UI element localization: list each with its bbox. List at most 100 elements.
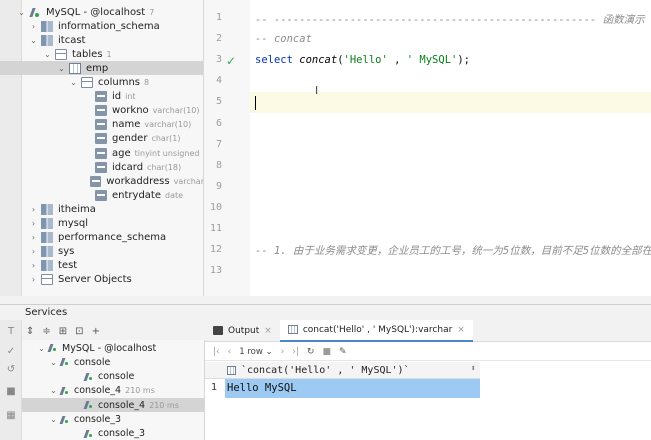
- sql-string-2: ' MySQL': [406, 54, 458, 66]
- tree-item-performance-schema[interactable]: › performance_schema: [0, 231, 203, 245]
- tab-result[interactable]: concat('Hello' , ' MySQL'):varchar ×: [279, 319, 473, 342]
- tree-item-label: tables: [72, 48, 103, 60]
- stop-icon[interactable]: ■: [5, 386, 17, 397]
- chevron-down-icon[interactable]: ⌄: [49, 386, 58, 395]
- tree-item-sys[interactable]: › sys: [0, 245, 203, 259]
- tree-item-label: information_schema: [58, 20, 160, 32]
- tree-item-information-schema[interactable]: › information_schema: [0, 19, 203, 33]
- column-header-label: `concat('Hello' , ' MySQL')`: [241, 364, 410, 376]
- first-page-icon[interactable]: |‹: [213, 347, 220, 357]
- chevron-down-icon[interactable]: ⌄: [37, 344, 46, 353]
- service-item-console[interactable]: ⌄ console: [22, 355, 204, 369]
- row-number: 1: [211, 382, 218, 393]
- tree-item-server-objects[interactable]: › Server Objects: [0, 273, 203, 287]
- tree-item-label: itcast: [58, 34, 86, 46]
- result-cell[interactable]: Hello MySQL: [225, 379, 480, 398]
- collapse-all-icon[interactable]: ≑: [42, 326, 50, 337]
- service-item-time: 210 ms: [149, 400, 179, 410]
- service-item-label: MySQL - @localhost: [62, 342, 157, 354]
- close-icon[interactable]: ×: [457, 325, 465, 335]
- tree-item-mysql-localhost[interactable]: ⌄ MySQL - @localhost 7: [0, 5, 203, 19]
- service-item-console-4[interactable]: console_4 210 ms: [22, 398, 204, 413]
- tree-item-itcast[interactable]: ⌄ itcast: [0, 33, 203, 47]
- chevron-right-icon[interactable]: ›: [29, 247, 38, 256]
- console-icon: [60, 386, 70, 396]
- tree-item-entrydate[interactable]: entrydate date: [0, 188, 203, 202]
- service-item-mysql-localhost[interactable]: ⌄ MySQL - @localhost: [22, 341, 204, 355]
- tree-item-label: idcard: [112, 161, 144, 173]
- service-item-time: 210 ms: [125, 386, 155, 396]
- column-header[interactable]: `concat('Hello' , ' MySQL')` ⬍: [205, 362, 480, 379]
- filter-icon[interactable]: ⊡: [75, 326, 83, 337]
- tree-item-meta: 1: [106, 49, 112, 59]
- chevron-right-icon[interactable]: ›: [29, 219, 38, 228]
- tree-item-tables[interactable]: ⌄ tables 1: [0, 47, 203, 61]
- results-toolbar: |‹ ‹ 1 row ⌄ › ›| ↻ ■ ✎: [205, 343, 651, 361]
- line-number: 8: [215, 159, 222, 171]
- chevron-right-icon[interactable]: ›: [29, 233, 38, 242]
- service-item-label: console_3: [74, 414, 122, 425]
- stop-icon[interactable]: ■: [322, 347, 331, 357]
- sort-icon[interactable]: ⬍: [471, 364, 476, 374]
- column-icon: [95, 147, 107, 159]
- group-icon[interactable]: ⊞: [59, 326, 67, 337]
- commit-icon[interactable]: ✓: [5, 346, 17, 357]
- chevron-right-icon[interactable]: ›: [29, 275, 38, 284]
- chevron-down-icon[interactable]: ⌄: [57, 64, 66, 73]
- prev-page-icon[interactable]: ‹: [228, 347, 232, 357]
- chevron-down-icon[interactable]: ⌄: [17, 8, 26, 17]
- chevron-down-icon[interactable]: ⌄: [69, 78, 78, 87]
- column-icon: [95, 119, 107, 131]
- tab-output-label: Output: [228, 325, 260, 336]
- last-page-icon[interactable]: ›|: [292, 347, 299, 357]
- tree-item-gender[interactable]: gender char(1): [0, 132, 203, 146]
- chevron-down-icon[interactable]: ⌄: [49, 415, 58, 424]
- tree-item-meta: varchar(10): [144, 120, 192, 130]
- current-line-highlight: [250, 92, 651, 113]
- chevron-right-icon[interactable]: ›: [29, 205, 38, 214]
- chevron-down-icon[interactable]: ⌄: [29, 36, 38, 45]
- tree-item-columns[interactable]: ⌄ columns 8: [0, 76, 203, 90]
- refresh-icon[interactable]: ↻: [307, 347, 315, 357]
- next-page-icon[interactable]: ›: [281, 347, 285, 357]
- tree-item-meta: char(18): [147, 162, 182, 172]
- rows-selector[interactable]: 1 row ⌄: [239, 347, 272, 357]
- line-number: 10: [209, 201, 222, 213]
- expand-all-icon[interactable]: ⇕: [26, 326, 34, 337]
- tree-item-label: name: [112, 119, 141, 131]
- tree-item-test[interactable]: › test: [0, 259, 203, 273]
- tab-output[interactable]: Output ×: [205, 320, 280, 342]
- tree-item-age[interactable]: age tinyint unsigned: [0, 146, 203, 160]
- chevron-down-icon[interactable]: ⌄: [49, 358, 58, 367]
- add-service-icon[interactable]: +: [92, 326, 100, 337]
- close-icon[interactable]: ×: [264, 326, 272, 336]
- tree-item-workaddress[interactable]: workaddress varchar: [0, 174, 203, 188]
- tree-item-name[interactable]: name varchar(10): [0, 118, 203, 132]
- chevron-down-icon[interactable]: ⌄: [43, 50, 52, 59]
- service-item-console[interactable]: console: [22, 370, 204, 384]
- service-item-console-3[interactable]: console_3: [22, 427, 204, 440]
- column-icon: [95, 105, 107, 117]
- tree-item-idcard[interactable]: idcard char(18): [0, 160, 203, 174]
- line-number-gutter: 1 2 3 4 5 6 7 8 9 10 11 12 13 ✓: [204, 0, 250, 296]
- line-number: 2: [215, 33, 222, 45]
- line-number: 9: [215, 180, 222, 192]
- service-item-console-3[interactable]: ⌄ console_3: [22, 413, 204, 427]
- layout-icon[interactable]: ▦: [5, 410, 17, 421]
- rollback-icon[interactable]: ↺: [5, 364, 17, 375]
- column-icon: [95, 91, 107, 103]
- tx-icon[interactable]: T: [5, 326, 17, 337]
- tree-item-itheima[interactable]: › itheima: [0, 202, 203, 216]
- service-item-label: console_3: [98, 428, 146, 440]
- sql-editor[interactable]: 1 2 3 4 5 6 7 8 9 10 11 12 13 ✓ -- -----------------…: [204, 0, 651, 296]
- chevron-right-icon[interactable]: ›: [29, 261, 38, 270]
- schema-icon: [41, 260, 53, 272]
- tree-item-workno[interactable]: workno varchar(10): [0, 104, 203, 118]
- tree-item-emp[interactable]: ⌄ emp: [0, 61, 203, 76]
- tree-item-mysql[interactable]: › mysql: [0, 217, 203, 231]
- tree-item-id[interactable]: id int: [0, 90, 203, 104]
- chevron-right-icon[interactable]: ›: [29, 22, 38, 31]
- pin-icon[interactable]: ✎: [339, 347, 347, 357]
- console-icon: [60, 357, 70, 367]
- service-item-console-4[interactable]: ⌄ console_4 210 ms: [22, 384, 204, 398]
